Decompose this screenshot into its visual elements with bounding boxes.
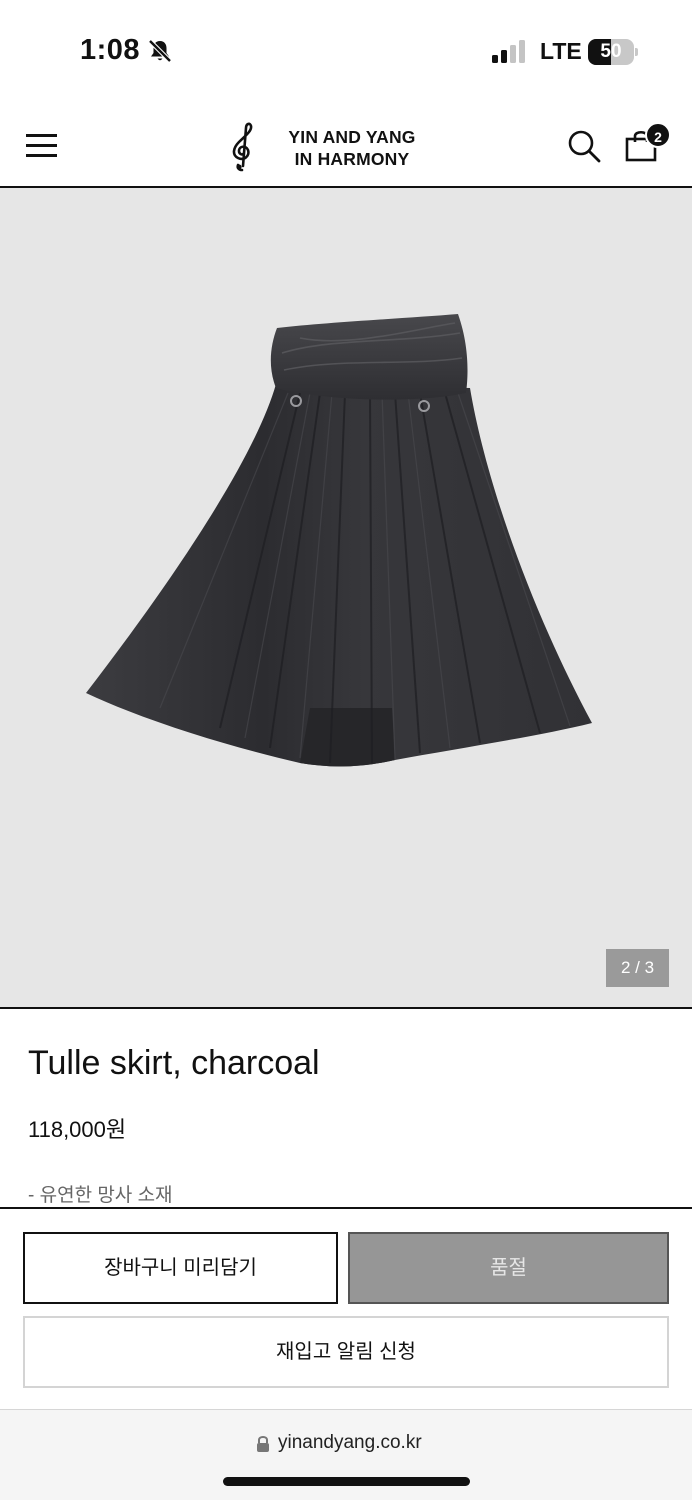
- logo-line-2: IN HARMONY: [294, 149, 410, 169]
- product-title: Tulle skirt, charcoal: [28, 1044, 320, 1082]
- bell-muted-icon: [148, 39, 172, 63]
- logo-line-1: YIN AND YANG: [288, 127, 416, 147]
- lock-icon: [257, 1436, 269, 1452]
- cart-button[interactable]: 2: [624, 122, 672, 166]
- network-type: LTE: [540, 38, 582, 64]
- hamburger-menu-icon[interactable]: [26, 132, 58, 158]
- product-price: 118,000원: [28, 1117, 127, 1142]
- url-text[interactable]: yinandyang.co.kr: [278, 1432, 422, 1454]
- site-logo[interactable]: YIN AND YANG IN HARMONY: [222, 122, 442, 172]
- product-image: [86, 314, 592, 767]
- cellular-signal-icon: [492, 40, 525, 63]
- gallery-counter: 2 / 3: [606, 949, 669, 987]
- product-gallery[interactable]: 2 / 3: [0, 188, 692, 1009]
- product-description: - 유연한 망사 소재: [28, 1185, 173, 1206]
- site-header: YIN AND YANG IN HARMONY 2: [0, 100, 692, 188]
- cart-count-badge: 2: [645, 122, 671, 148]
- logo-text: YIN AND YANG IN HARMONY: [272, 126, 432, 170]
- status-time: 1:08: [80, 34, 141, 66]
- search-icon[interactable]: [566, 128, 602, 164]
- browser-url-bar[interactable]: yinandyang.co.kr: [0, 1409, 692, 1500]
- home-indicator[interactable]: [223, 1477, 470, 1486]
- restock-alert-button[interactable]: 재입고 알림 신청: [23, 1316, 669, 1388]
- battery-level: 50: [600, 41, 622, 62]
- sold-out-button[interactable]: 품절: [348, 1232, 669, 1304]
- add-to-cart-preorder-button[interactable]: 장바구니 미리담기: [23, 1232, 338, 1304]
- battery-icon: 50: [588, 39, 638, 65]
- purchase-action-bar: 장바구니 미리담기 품절 재입고 알림 신청: [0, 1207, 692, 1409]
- treble-clef-icon: [232, 122, 253, 172]
- status-bar: 1:08 LTE 50: [0, 0, 692, 100]
